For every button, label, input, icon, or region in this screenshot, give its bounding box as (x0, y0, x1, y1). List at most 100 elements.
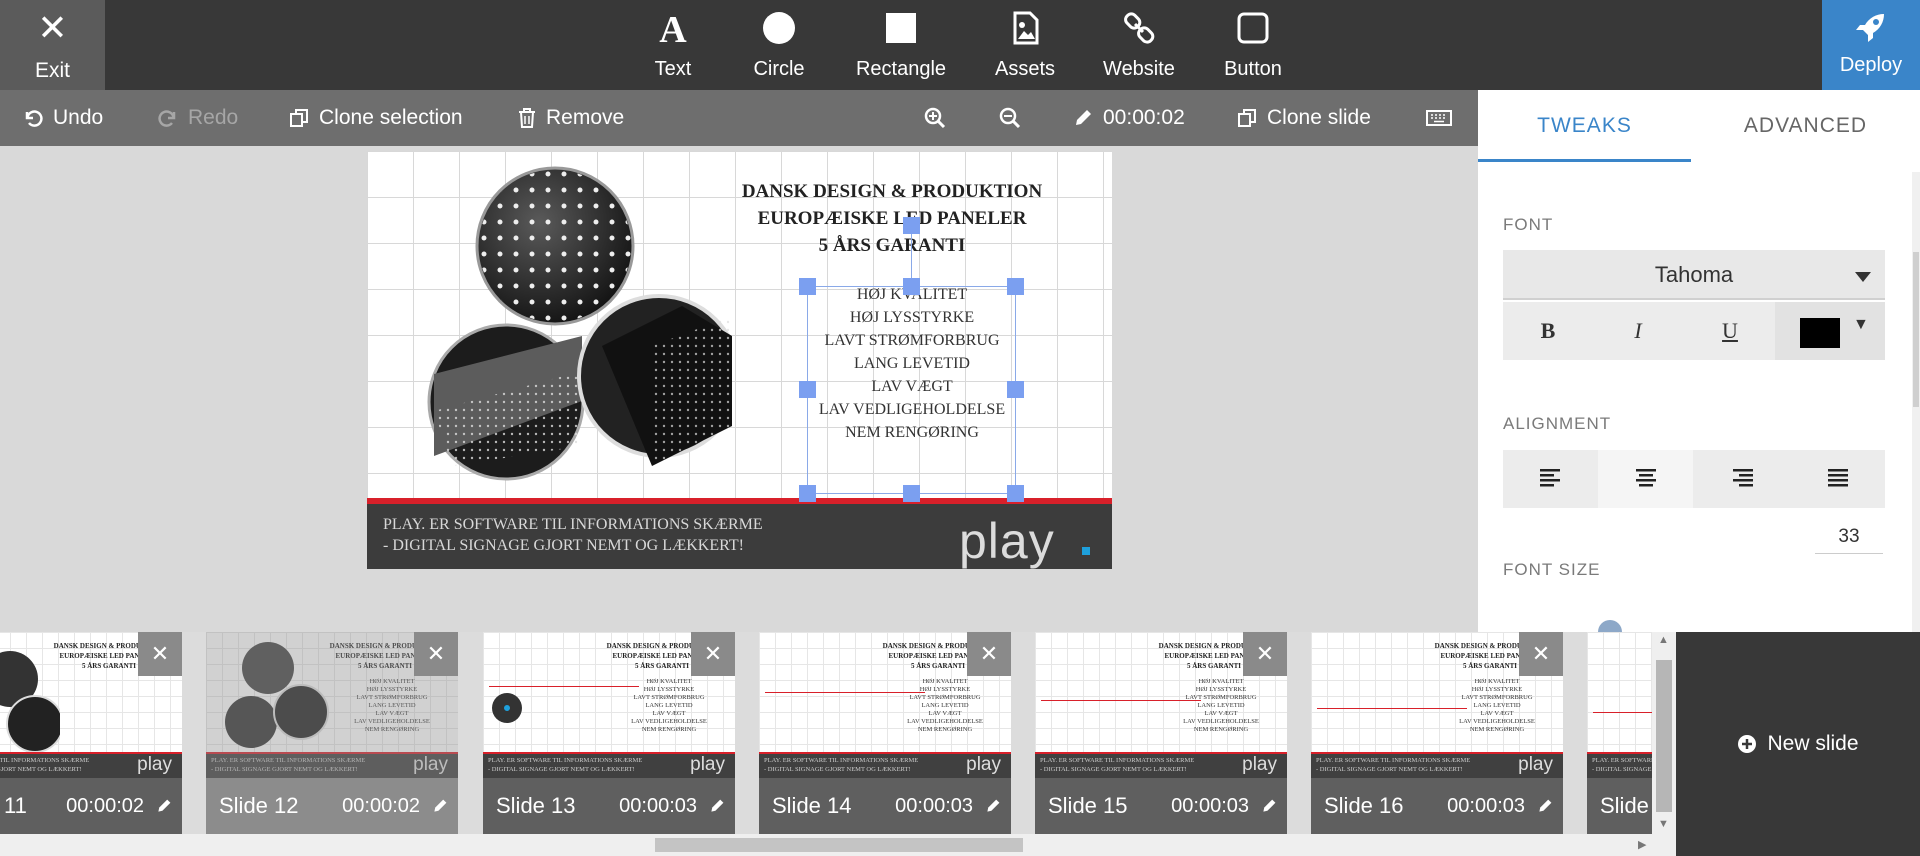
resize-handle-nw[interactable] (799, 278, 816, 295)
zoom-out-button[interactable] (999, 90, 1021, 146)
font-section-label: FONT (1503, 215, 1554, 234)
font-family-value: Tahoma (1654, 262, 1734, 287)
align-center-button[interactable] (1598, 450, 1693, 508)
slide-heading[interactable]: 5 ÅRS GARANTI (722, 235, 1062, 257)
thumb-feature: HØJ KVALITET (1474, 678, 1520, 685)
text-style-buttons: B I U ▼ (1503, 302, 1885, 360)
panel-scrollbar-thumb[interactable] (1913, 252, 1919, 407)
resize-handle-se[interactable] (1007, 485, 1024, 502)
redo-label: Redo (188, 106, 239, 129)
resize-handle-ne[interactable] (1007, 278, 1024, 295)
play-logo: play (959, 513, 1055, 569)
slide-duration-button[interactable]: 00:00:02 (1073, 90, 1185, 146)
pencil-icon[interactable] (1261, 798, 1277, 814)
deploy-button[interactable]: Deploy (1822, 0, 1920, 90)
underline-button[interactable]: U (1685, 302, 1775, 360)
keyboard-icon (1426, 110, 1452, 126)
scrollbar-thumb[interactable] (1656, 660, 1672, 812)
thumb-feature: LAV VÆGT (1204, 710, 1238, 717)
delete-slide-button[interactable]: ✕ (414, 632, 458, 676)
exit-button[interactable]: ✕ Exit (0, 0, 105, 90)
pencil-icon[interactable] (709, 798, 725, 814)
slide-name: Slide 14 (772, 793, 852, 818)
clone-slide-button[interactable]: Clone slide (1237, 90, 1371, 146)
rotate-handle[interactable] (903, 217, 920, 234)
font-size-input[interactable]: 33 (1815, 520, 1883, 554)
scroll-down-icon[interactable]: ▼ (1658, 818, 1669, 830)
resize-handle-w[interactable] (799, 381, 816, 398)
slide-thumbnail[interactable]: DANSK DESIGN & PRODUKTION EUROPÆISKE LED… (1035, 632, 1287, 834)
add-circle-tool[interactable]: Circle (748, 0, 810, 90)
align-left-button[interactable] (1503, 450, 1598, 508)
slide-thumbnail[interactable]: DANSK DESIGN & PRODUKTION EUROPÆISKE LED… (483, 632, 735, 834)
thumb-feature: LAV VÆGT (928, 710, 962, 717)
remove-button[interactable]: Remove (518, 90, 624, 146)
resize-handle-s[interactable] (903, 485, 920, 502)
play-logo: play (137, 754, 172, 775)
clone-selection-button[interactable]: Clone selection (289, 90, 463, 146)
slide-canvas-area[interactable]: DANSK DESIGN & PRODUKTION EUROPÆISKE LED… (0, 146, 1478, 632)
slide-footer[interactable]: PLAY. ER SOFTWARE TIL INFORMATIONS SKÆRM… (367, 498, 1112, 569)
pencil-icon[interactable] (432, 798, 448, 814)
pencil-icon[interactable] (156, 798, 172, 814)
add-rectangle-tool[interactable]: Rectangle (852, 0, 950, 90)
slide-time: 00:00:02 (342, 795, 420, 817)
bold-button[interactable]: B (1503, 302, 1593, 360)
font-size-slider-handle[interactable] (1598, 620, 1622, 632)
undo-button[interactable]: Undo (23, 90, 103, 146)
rocket-icon (1822, 10, 1920, 44)
resize-handle-e[interactable] (1007, 381, 1024, 398)
thumb-feature: HØJ KVALITET (369, 678, 415, 685)
align-justify-icon (1828, 469, 1848, 487)
thumb-feature: HØJ LYSSTYRKE (1195, 686, 1247, 693)
button-tool[interactable]: Button (1222, 0, 1284, 90)
website-tool[interactable]: Website (1101, 0, 1177, 90)
new-slide-button[interactable]: New slide (1676, 632, 1920, 856)
thumb-info-bar: Slide 16 00:00:03 (1311, 778, 1563, 834)
delete-slide-button[interactable]: ✕ (691, 632, 735, 676)
zoom-in-button[interactable] (924, 90, 946, 146)
panel-scrollbar[interactable] (1912, 172, 1920, 632)
slide-thumbnail[interactable]: DANSK DESIGN & PRODUKTION EUROPÆISKE LED… (206, 632, 458, 834)
delete-slide-button[interactable]: ✕ (967, 632, 1011, 676)
delete-slide-button[interactable]: ✕ (1243, 632, 1287, 676)
zoom-out-icon (999, 107, 1021, 129)
tool-label: Rectangle (855, 58, 947, 80)
slide-thumbnail[interactable]: DANSK DESIGN & PRODUKTION EUROPÆISKE LED… (1311, 632, 1563, 834)
deploy-label: Deploy (1839, 54, 1903, 76)
delete-slide-button[interactable]: ✕ (138, 632, 182, 676)
slide-heading[interactable]: EUROPÆISKE LED PANELER (722, 208, 1062, 230)
selection-box[interactable] (807, 286, 1016, 494)
tab-advanced[interactable]: ADVANCED (1691, 90, 1920, 162)
pencil-icon[interactable] (1537, 798, 1553, 814)
assets-tool[interactable]: Assets (990, 0, 1060, 90)
slide-thumbnail[interactable]: DANSK DESIGN & PRODUKTION EUROPÆISKE LED… (0, 632, 182, 834)
resize-handle-sw[interactable] (799, 485, 816, 502)
slide-thumbnail[interactable]: DANSK DESIGN & PRODUKTION EUROPÆISKE LED… (759, 632, 1011, 834)
add-text-tool[interactable]: A Text (648, 0, 698, 90)
align-right-button[interactable] (1694, 450, 1789, 508)
redo-button[interactable]: Redo (158, 90, 238, 146)
circle-icon (748, 10, 810, 46)
filmstrip-horizontal-scrollbar[interactable]: ▶ (0, 834, 1676, 856)
scroll-up-icon[interactable]: ▲ (1658, 634, 1669, 646)
led-panel-image[interactable] (412, 166, 732, 486)
resize-handle-n[interactable] (903, 278, 920, 295)
italic-button[interactable]: I (1593, 302, 1683, 360)
slide-name: Slide 15 (1048, 793, 1128, 818)
tool-label: Website (1103, 58, 1175, 80)
slide-heading[interactable]: DANSK DESIGN & PRODUKTION (722, 181, 1062, 203)
scrollbar-thumb[interactable] (655, 838, 1023, 852)
text-color-picker[interactable]: ▼ (1775, 302, 1885, 360)
scroll-right-icon[interactable]: ▶ (1638, 838, 1646, 851)
rectangle-icon (852, 10, 950, 46)
align-justify-button[interactable] (1790, 450, 1885, 508)
tab-tweaks[interactable]: TWEAKS (1478, 90, 1691, 162)
font-family-select[interactable]: Tahoma (1503, 250, 1885, 300)
keyboard-shortcuts-button[interactable] (1426, 90, 1452, 146)
filmstrip-vertical-scrollbar[interactable]: ▲ ▼ (1652, 632, 1676, 834)
slide-time: 00:00:03 (1447, 795, 1525, 817)
pencil-icon[interactable] (985, 798, 1001, 814)
delete-slide-button[interactable]: ✕ (1519, 632, 1563, 676)
tool-label: Circle (753, 58, 805, 80)
